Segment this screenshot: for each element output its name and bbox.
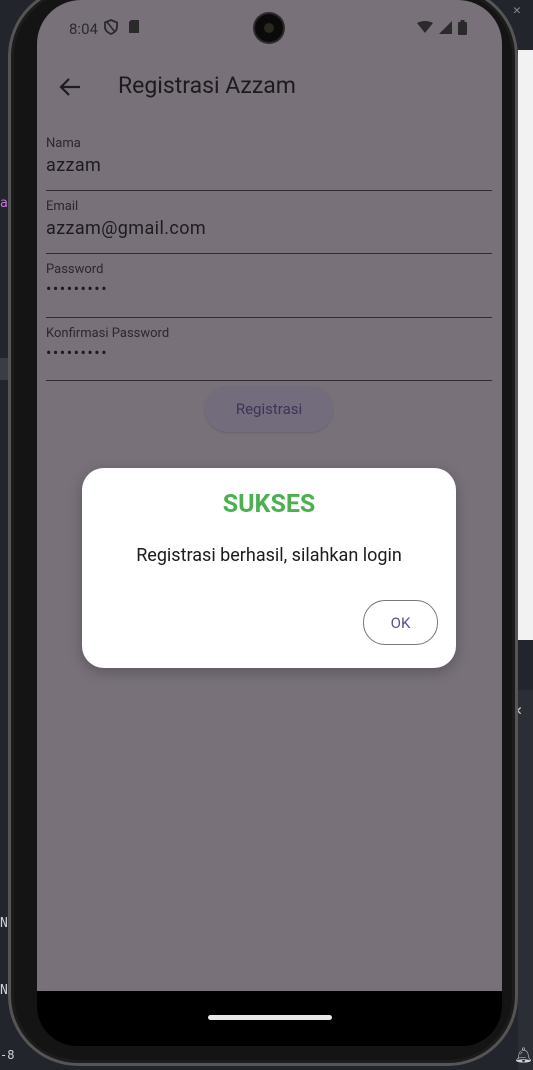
success-dialog: SUKSES Registrasi berhasil, silahkan log…	[82, 468, 456, 668]
nama-label: Nama	[46, 136, 81, 151]
dialog-message: Registrasi berhasil, silahkan login	[136, 545, 402, 566]
ide-char-n2: N	[0, 983, 8, 998]
nama-value[interactable]: azzam	[46, 155, 101, 176]
phone-frame: 8:04 Registrasi Azzam Nama azzam Email a…	[8, 0, 518, 1066]
bell-icon[interactable]: 🔔︎	[514, 1046, 533, 1064]
registrasi-button[interactable]: Registrasi	[205, 386, 333, 432]
status-bar: 8:04	[37, 0, 502, 55]
password-label: Password	[46, 262, 104, 277]
front-camera	[255, 14, 283, 42]
page-title: Registrasi Azzam	[118, 72, 296, 99]
navigation-bar	[37, 991, 502, 1046]
password-value[interactable]: •••••••••	[46, 279, 108, 298]
email-field[interactable]: Email azzam@gmail.com	[46, 199, 492, 254]
confirm-password-label: Konfirmasi Password	[46, 326, 170, 341]
ide-panel-right-bottom	[518, 690, 533, 1070]
confirm-password-field[interactable]: Konfirmasi Password •••••••••	[46, 326, 492, 381]
app-bar: Registrasi Azzam	[37, 60, 502, 116]
confirm-password-value[interactable]: •••••••••	[46, 343, 108, 362]
ide-char-n1: N	[0, 916, 8, 931]
ide-char-a: a	[0, 196, 8, 211]
home-indicator[interactable]	[208, 1015, 332, 1020]
dialog-title: SUKSES	[222, 490, 316, 519]
status-time: 8:04	[69, 20, 98, 38]
wifi-icon	[417, 21, 433, 33]
email-label: Email	[46, 199, 79, 214]
battery-icon	[458, 20, 467, 35]
app-screen: 8:04 Registrasi Azzam Nama azzam Email a…	[37, 0, 502, 1005]
email-value[interactable]: azzam@gmail.com	[46, 218, 206, 239]
ide-panel-right-top	[518, 50, 533, 640]
ide-char-neg: -8	[0, 1048, 15, 1062]
password-field[interactable]: Password •••••••••	[46, 262, 492, 318]
signal-icon	[439, 21, 452, 34]
shield-icon	[104, 19, 118, 35]
nama-field[interactable]: Nama azzam	[46, 136, 492, 191]
sd-card-icon	[129, 20, 139, 33]
arrow-back-icon[interactable]	[55, 72, 85, 102]
close-icon[interactable]: ✕	[513, 3, 521, 18]
ok-button[interactable]: OK	[363, 600, 438, 645]
